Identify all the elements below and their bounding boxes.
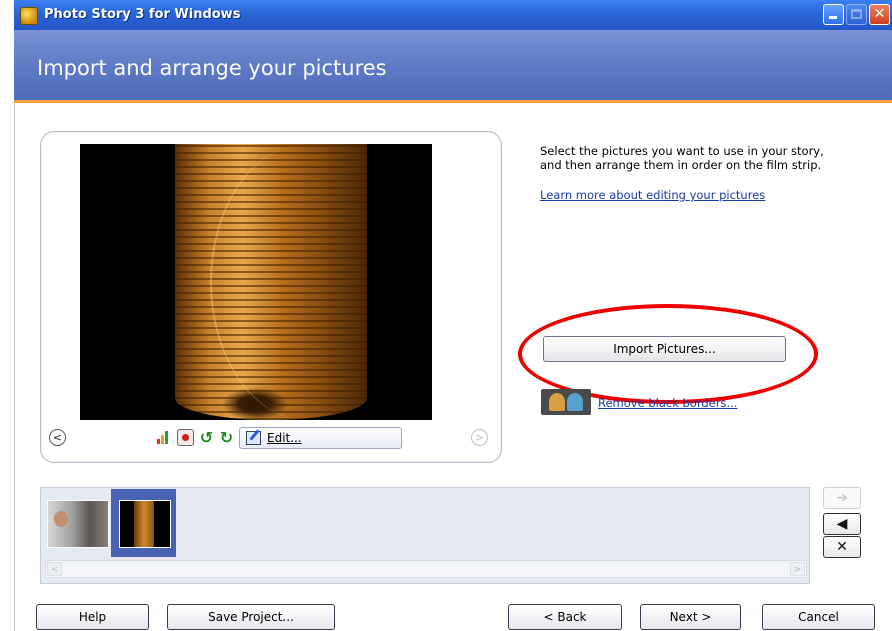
edit-button[interactable]: Edit... bbox=[239, 427, 402, 449]
learn-more-link[interactable]: Learn more about editing your pictures bbox=[540, 188, 765, 202]
move-left-button[interactable]: ◀ bbox=[823, 513, 861, 535]
rotate-right-icon[interactable]: ↻ bbox=[218, 429, 235, 446]
edit-button-label: Edit... bbox=[267, 431, 302, 445]
maximize-icon bbox=[851, 9, 862, 19]
edit-icon bbox=[246, 431, 261, 445]
remove-black-borders-link[interactable]: Remove black borders... bbox=[598, 396, 737, 410]
picture-preview-panel: < ↺ ↻ Edit... > bbox=[40, 131, 502, 463]
move-right-button: ➔ bbox=[823, 487, 861, 509]
maximize-button bbox=[846, 4, 867, 25]
film-strip: < > bbox=[40, 487, 810, 584]
minimize-icon bbox=[829, 16, 837, 19]
remove-borders-icon[interactable] bbox=[541, 389, 591, 415]
cancel-button[interactable]: Cancel bbox=[762, 604, 875, 630]
title-bar: Photo Story 3 for Windows ✕ bbox=[14, 0, 892, 30]
preview-image bbox=[80, 144, 432, 420]
background-window-edge bbox=[0, 0, 15, 631]
page-header: Import and arrange your pictures bbox=[14, 30, 892, 103]
minimize-button[interactable] bbox=[823, 4, 844, 25]
previous-picture-button[interactable]: < bbox=[49, 429, 66, 446]
delete-picture-button[interactable]: ✕ bbox=[823, 536, 861, 558]
close-button[interactable]: ✕ bbox=[869, 4, 890, 25]
help-button[interactable]: Help bbox=[36, 604, 149, 630]
next-picture-button: > bbox=[471, 429, 488, 446]
filmstrip-scrollbar[interactable]: < > bbox=[45, 560, 807, 578]
page-title: Import and arrange your pictures bbox=[37, 56, 387, 80]
rotate-left-icon[interactable]: ↺ bbox=[198, 429, 215, 446]
next-button[interactable]: Next > bbox=[640, 604, 741, 630]
remove-red-eye-icon[interactable] bbox=[177, 429, 194, 446]
close-icon: ✕ bbox=[873, 6, 886, 22]
instructions-text: Select the pictures you want to use in y… bbox=[540, 144, 824, 172]
auto-correct-levels-icon[interactable] bbox=[155, 429, 172, 446]
filmstrip-thumbnail[interactable] bbox=[47, 500, 109, 548]
scroll-left-button[interactable]: < bbox=[47, 562, 62, 576]
window-title: Photo Story 3 for Windows bbox=[44, 7, 241, 22]
save-project-button[interactable]: Save Project... bbox=[167, 604, 335, 630]
photo-story-app-icon bbox=[20, 7, 38, 25]
scroll-right-button[interactable]: > bbox=[790, 562, 805, 576]
filmstrip-thumbnail-selected[interactable] bbox=[119, 500, 171, 548]
import-pictures-button[interactable]: Import Pictures... bbox=[543, 336, 786, 362]
back-button[interactable]: < Back bbox=[508, 604, 622, 630]
